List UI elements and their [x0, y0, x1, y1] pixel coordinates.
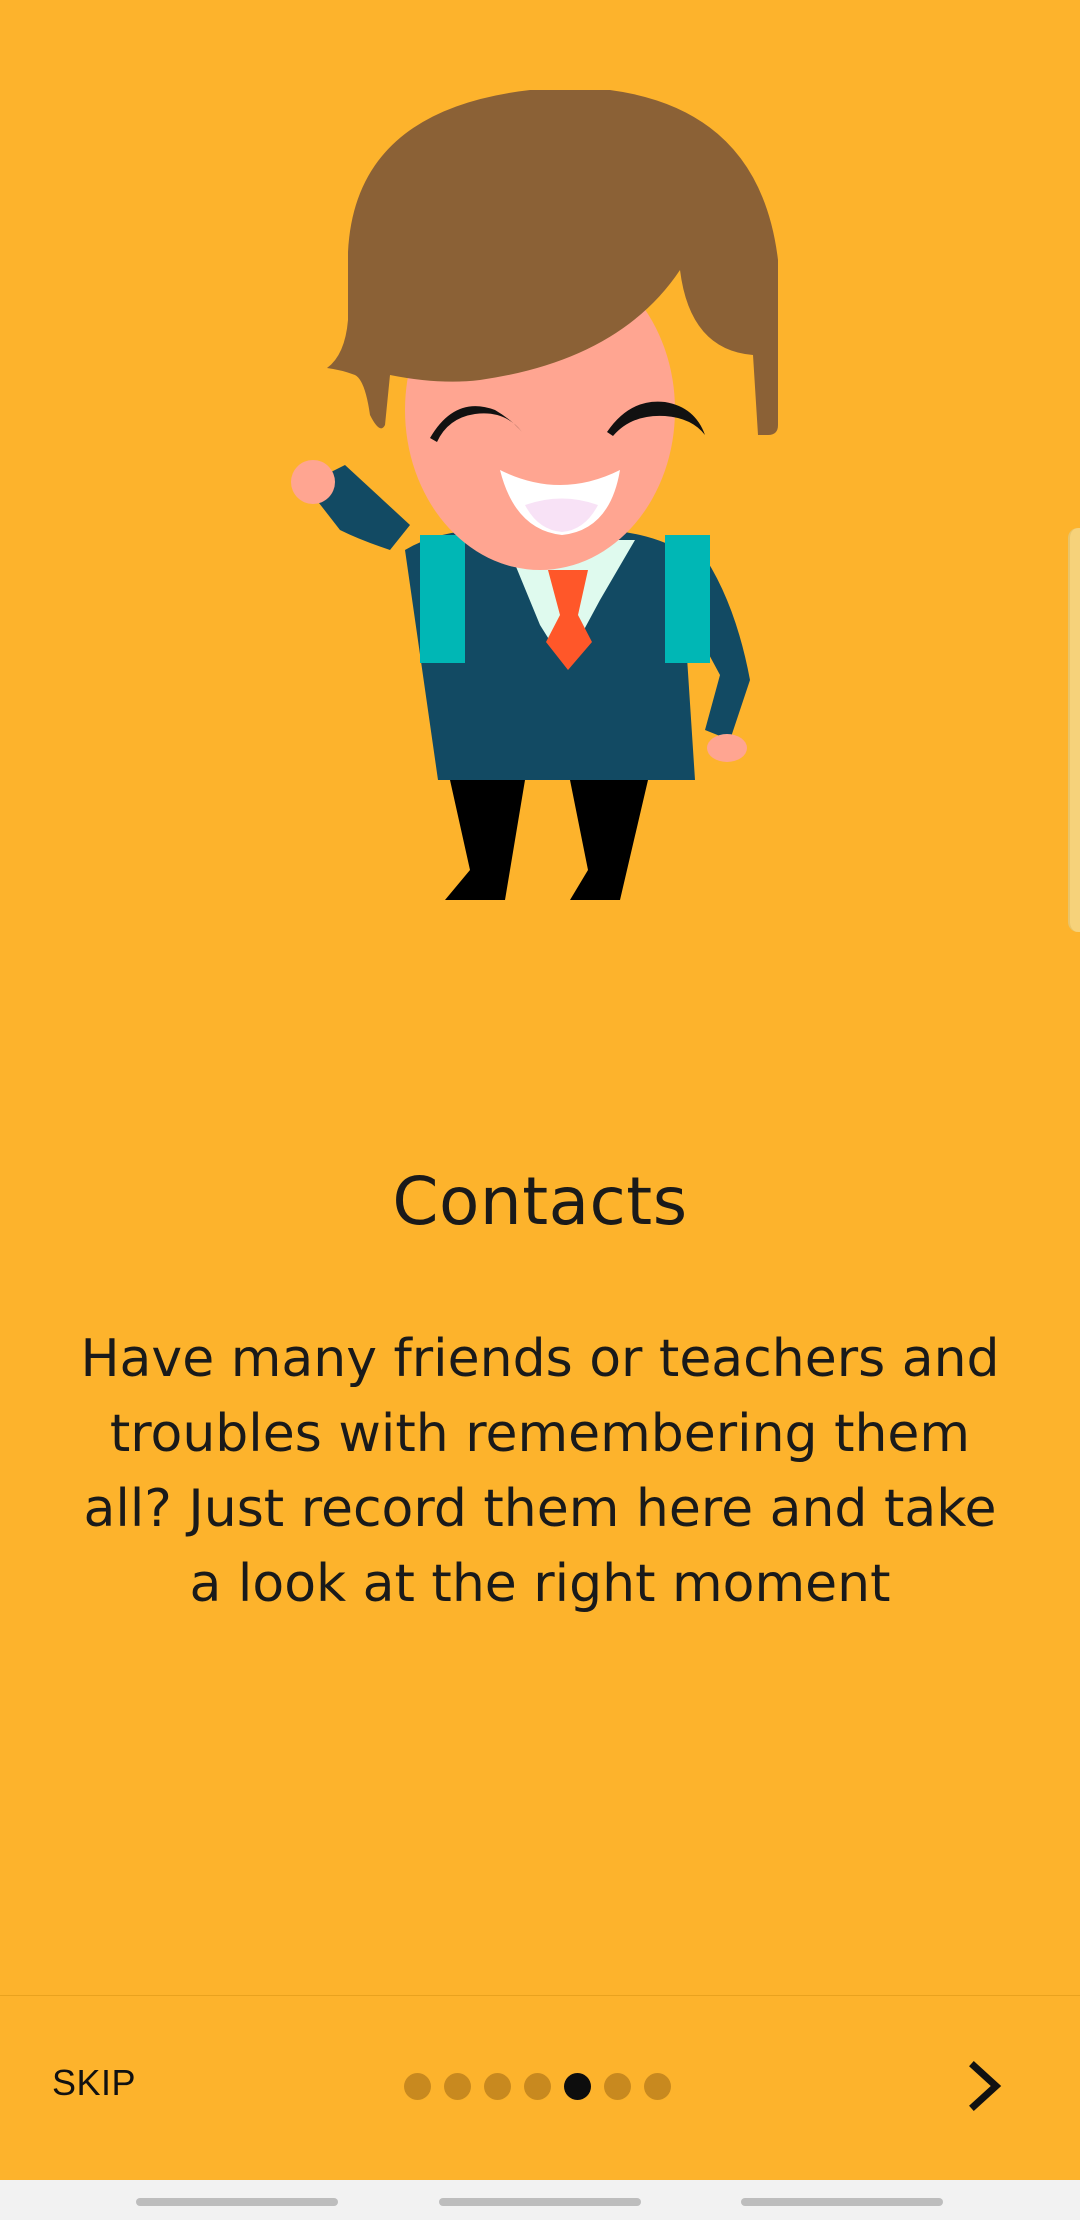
nav-recents-button[interactable]: [136, 2198, 338, 2206]
onboarding-navigation-bar: SKIP: [0, 1995, 1080, 2181]
onboarding-description: Have many friends or teachers and troubl…: [80, 1329, 1000, 1614]
onboarding-title: Contacts: [392, 1163, 688, 1240]
page-dot-5-active: [564, 2073, 591, 2100]
nav-home-button[interactable]: [439, 2198, 641, 2206]
system-navigation-bar: [0, 2180, 1080, 2220]
page-dot-4: [524, 2073, 551, 2100]
skip-button[interactable]: SKIP: [52, 2062, 136, 2104]
page-dot-2: [444, 2073, 471, 2100]
page-dot-1: [404, 2073, 431, 2100]
page-dot-3: [484, 2073, 511, 2100]
page-dot-6: [604, 2073, 631, 2100]
student-illustration: [291, 90, 778, 900]
next-button[interactable]: [960, 2056, 1010, 2116]
chevron-right-icon: [969, 2061, 1002, 2111]
onboarding-screen: Contacts Have many friends or teachers a…: [0, 0, 1080, 2180]
nav-back-button[interactable]: [741, 2198, 943, 2206]
edge-panel-handle[interactable]: [1068, 528, 1080, 932]
page-indicator: [404, 2073, 671, 2100]
page-dot-7: [644, 2073, 671, 2100]
